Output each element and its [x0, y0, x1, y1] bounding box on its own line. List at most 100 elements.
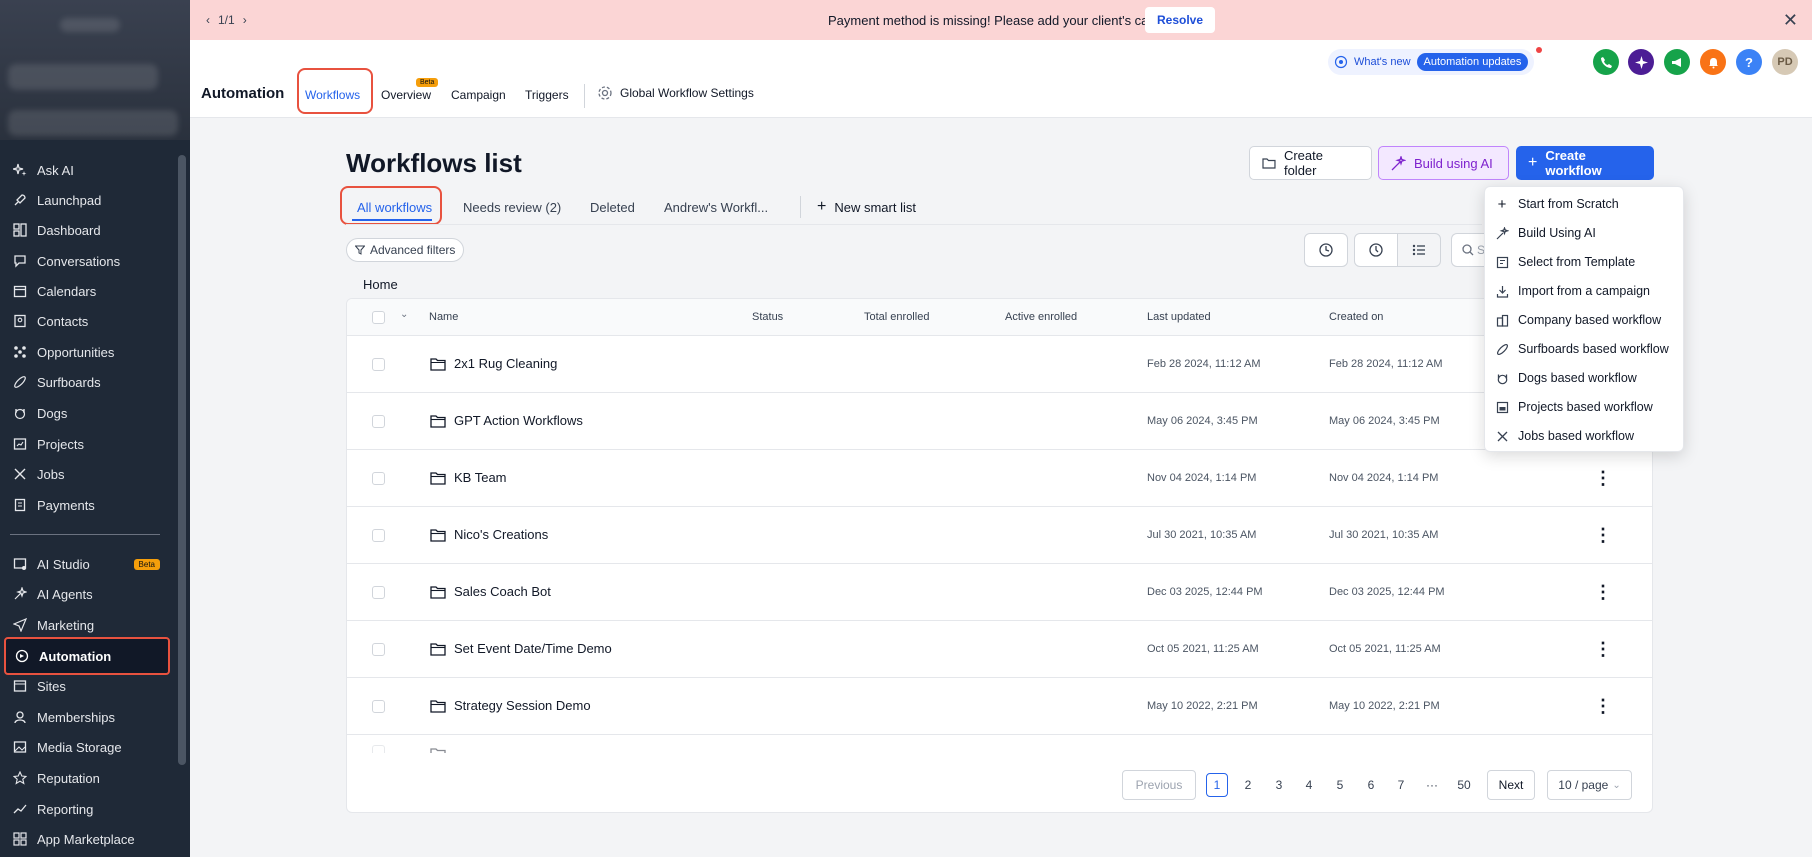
table-row[interactable]: GPT Action Workflows May 06 2024, 3:45 P… [347, 393, 1652, 450]
pagination-page-5[interactable]: 5 [1329, 770, 1351, 800]
tab-needs-review[interactable]: Needs review (2) [463, 200, 561, 215]
row-more-icon[interactable]: ⋮ [1594, 466, 1612, 490]
chevron-right-icon[interactable]: › [243, 13, 247, 27]
column-header-name[interactable]: Name [429, 311, 458, 323]
menu-item-start-from-scratch[interactable]: + Start from Scratch [1495, 193, 1619, 215]
menu-item-company-based[interactable]: Company based workflow [1495, 309, 1661, 331]
ai-assistant-button[interactable] [1628, 49, 1654, 75]
row-checkbox[interactable] [372, 586, 385, 599]
resolve-button[interactable]: Resolve [1145, 7, 1216, 33]
column-header-last-updated[interactable]: Last updated [1147, 311, 1211, 323]
page-size-select[interactable]: 10 / page ⌄ [1547, 770, 1632, 800]
menu-item-jobs-based[interactable]: Jobs based workflow [1495, 425, 1634, 447]
history-button[interactable] [1304, 233, 1348, 267]
new-smart-list-button[interactable]: + New smart list [817, 198, 916, 216]
sidebar-account-header[interactable] [0, 0, 190, 140]
sidebar-item-ask-ai[interactable]: Ask AI [4, 156, 170, 184]
sidebar-item-sites[interactable]: Sites [4, 672, 170, 700]
tab-workflows[interactable]: Workflows [305, 88, 360, 102]
sidebar-item-ai-studio[interactable]: AI Studio Beta [4, 550, 170, 578]
menu-item-select-from-template[interactable]: Select from Template [1495, 251, 1635, 273]
sidebar-item-calendars[interactable]: Calendars [4, 277, 170, 305]
pagination-ellipsis[interactable]: ··· [1421, 770, 1443, 800]
tab-all-workflows[interactable]: All workflows [357, 200, 432, 215]
row-name[interactable]: GPT Action Workflows [430, 413, 583, 428]
pagination-page-4[interactable]: 4 [1298, 770, 1320, 800]
tab-campaign[interactable]: Campaign [451, 88, 506, 102]
table-row[interactable]: Sales Coach Bot Dec 03 2025, 12:44 PM De… [347, 564, 1652, 621]
sidebar-item-marketing[interactable]: Marketing [4, 611, 170, 639]
build-using-ai-button[interactable]: Build using AI [1378, 146, 1509, 180]
sidebar-scrollbar[interactable] [178, 155, 186, 765]
whats-new-pill[interactable]: What's new Automation updates [1328, 49, 1535, 75]
select-all-checkbox[interactable] [372, 311, 385, 324]
pagination-page-50[interactable]: 50 [1451, 770, 1477, 800]
clock-view-button[interactable] [1354, 233, 1398, 267]
advanced-filters-button[interactable]: Advanced filters [346, 238, 465, 262]
row-more-icon[interactable]: ⋮ [1594, 637, 1612, 661]
close-icon[interactable]: ✕ [1783, 10, 1798, 31]
row-name[interactable]: Strategy Session Demo [430, 698, 591, 713]
tab-triggers[interactable]: Triggers [525, 88, 569, 102]
sidebar-item-conversations[interactable]: Conversations [4, 247, 170, 275]
create-folder-button[interactable]: Create folder [1249, 146, 1372, 180]
tab-overview[interactable]: Overview [381, 88, 431, 102]
sidebar-item-ai-agents[interactable]: AI Agents [4, 580, 170, 608]
notifications-button[interactable] [1700, 49, 1726, 75]
tab-deleted[interactable]: Deleted [590, 200, 635, 215]
row-name[interactable]: Sales Coach Bot [430, 584, 551, 599]
pagination-page-3[interactable]: 3 [1268, 770, 1290, 800]
row-name[interactable]: Nico's Creations [430, 527, 548, 542]
table-row[interactable]: KB Team Nov 04 2024, 1:14 PM Nov 04 2024… [347, 450, 1652, 507]
chevron-down-icon[interactable]: ⌄ [400, 309, 408, 320]
pagination-page-7[interactable]: 7 [1390, 770, 1412, 800]
row-more-icon[interactable]: ⋮ [1594, 580, 1612, 604]
menu-item-projects-based[interactable]: Projects based workflow [1495, 396, 1653, 418]
menu-item-dogs-based[interactable]: Dogs based workflow [1495, 367, 1637, 389]
pagination-page-1[interactable]: 1 [1206, 773, 1228, 797]
column-header-status[interactable]: Status [752, 311, 783, 323]
pagination-page-6[interactable]: 6 [1360, 770, 1382, 800]
tab-andrews-workflows[interactable]: Andrew's Workfl... [664, 200, 768, 215]
help-button[interactable]: ? [1736, 49, 1762, 75]
row-checkbox[interactable] [372, 358, 385, 371]
pagination-next-button[interactable]: Next [1487, 770, 1535, 800]
list-view-button[interactable] [1397, 233, 1441, 267]
column-header-active-enrolled[interactable]: Active enrolled [1005, 311, 1077, 323]
menu-item-surfboards-based[interactable]: Surfboards based workflow [1495, 338, 1669, 360]
sidebar-item-opportunities[interactable]: Opportunities [4, 338, 170, 366]
row-checkbox[interactable] [372, 643, 385, 656]
sidebar-item-contacts[interactable]: Contacts [4, 307, 170, 335]
row-name[interactable]: 2x1 Rug Cleaning [430, 356, 557, 371]
row-checkbox[interactable] [372, 529, 385, 542]
phone-button[interactable] [1593, 49, 1619, 75]
row-checkbox[interactable] [372, 415, 385, 428]
sidebar-item-payments[interactable]: Payments [4, 491, 170, 519]
sidebar-item-memberships[interactable]: Memberships [4, 703, 170, 731]
column-header-total-enrolled[interactable]: Total enrolled [864, 311, 929, 323]
global-workflow-settings[interactable]: Global Workflow Settings [597, 85, 754, 101]
sidebar-item-launchpad[interactable]: Launchpad [4, 186, 170, 214]
row-checkbox[interactable] [372, 472, 385, 485]
row-name[interactable]: Set Event Date/Time Demo [430, 641, 612, 656]
table-row[interactable]: Nico's Creations Jul 30 2021, 10:35 AM J… [347, 507, 1652, 564]
announcements-button[interactable] [1664, 49, 1690, 75]
sidebar-item-projects[interactable]: Projects [4, 430, 170, 458]
breadcrumb[interactable]: Home [363, 277, 398, 292]
avatar[interactable]: PD [1772, 49, 1798, 75]
chevron-left-icon[interactable]: ‹ [206, 13, 210, 27]
row-more-icon[interactable]: ⋮ [1594, 694, 1612, 718]
menu-item-build-using-ai[interactable]: Build Using AI [1495, 222, 1596, 244]
table-row[interactable]: Strategy Session Demo May 10 2022, 2:21 … [347, 678, 1652, 735]
sidebar-item-reporting[interactable]: Reporting [4, 795, 170, 823]
row-checkbox[interactable] [372, 700, 385, 713]
pagination-page-2[interactable]: 2 [1237, 770, 1259, 800]
table-row[interactable]: Set Event Date/Time Demo Oct 05 2021, 11… [347, 621, 1652, 678]
sidebar-item-jobs[interactable]: Jobs [4, 460, 170, 488]
pagination-previous-button[interactable]: Previous [1122, 770, 1196, 800]
row-name[interactable]: KB Team [430, 470, 507, 485]
sidebar-item-automation[interactable]: Automation [4, 637, 170, 675]
column-header-created-on[interactable]: Created on [1329, 311, 1383, 323]
row-more-icon[interactable]: ⋮ [1594, 523, 1612, 547]
create-workflow-button[interactable]: + Create workflow [1516, 146, 1654, 180]
